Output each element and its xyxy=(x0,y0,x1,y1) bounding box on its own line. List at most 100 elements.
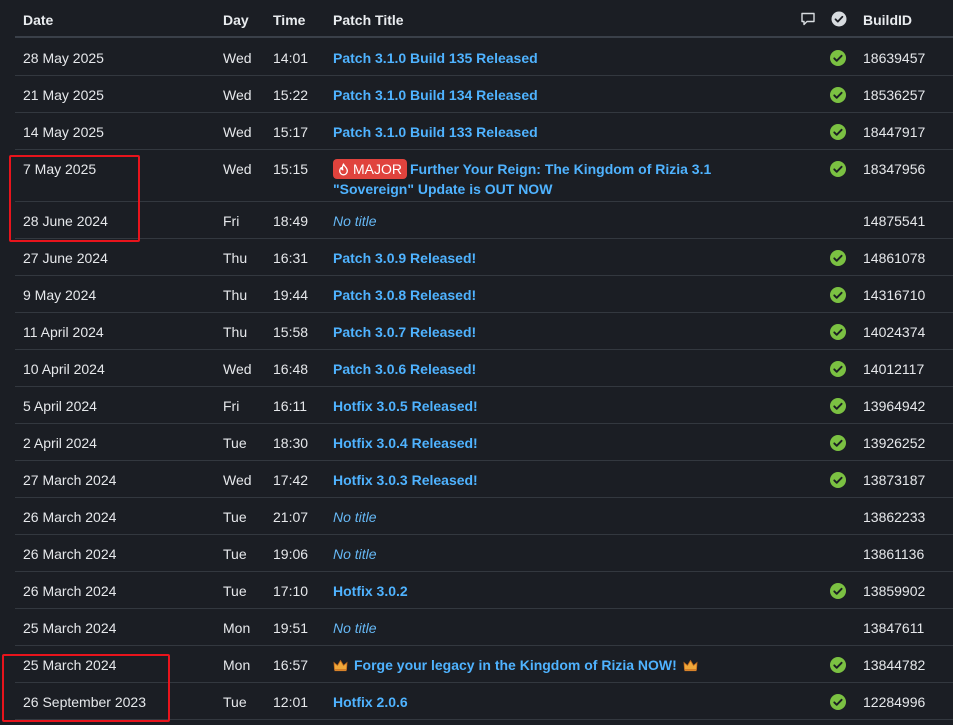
table-row: 26 March 2024 Tue 17:10 Hotfix 3.0.2 1385990… xyxy=(15,572,953,609)
fire-icon xyxy=(337,161,353,177)
patch-title-link[interactable]: Hotfix 3.0.5 Released! xyxy=(333,398,478,414)
patch-title-link[interactable]: Hotfix 3.0.4 Released! xyxy=(333,435,478,451)
patch-title-link[interactable]: Patch 3.0.6 Released! xyxy=(333,361,476,377)
patch-title-cell: Patch 3.0.8 Released! xyxy=(333,285,793,305)
date-cell: 10 April 2024 xyxy=(23,361,105,377)
patch-title-link[interactable]: Hotfix 3.0.2 xyxy=(333,583,408,599)
table-row: 11 April 2024 Thu 15:58 Patch 3.0.7 Release… xyxy=(15,313,953,350)
patch-title-cell: Patch 3.0.7 Released! xyxy=(333,322,793,342)
speech-bubble-icon[interactable] xyxy=(800,11,816,27)
time-cell: 12:01 xyxy=(273,694,309,710)
build-id-cell: 14875541 xyxy=(863,213,926,229)
date-cell: 26 March 2024 xyxy=(23,546,117,562)
build-id-cell: 18447917 xyxy=(863,124,926,140)
no-title-link[interactable]: No title xyxy=(333,546,377,562)
patch-title-link[interactable]: Forge your legacy in the Kingdom of Rizi… xyxy=(354,657,677,673)
day-cell: Mon xyxy=(223,657,251,673)
build-id-cell: 13847611 xyxy=(863,620,925,636)
major-badge: MAJOR xyxy=(333,159,407,179)
table-row: 21 May 2025 Wed 15:22 Patch 3.1.0 Build 134… xyxy=(15,76,953,113)
day-cell: Wed xyxy=(223,124,252,140)
table-row: 9 May 2024 Thu 19:44 Patch 3.0.8 Released! 1… xyxy=(15,276,953,313)
time-cell: 18:49 xyxy=(273,213,309,229)
header-time[interactable]: Time xyxy=(273,10,305,30)
patch-title-cell: Hotfix 3.0.2 xyxy=(333,581,793,601)
time-cell: 19:44 xyxy=(273,287,309,303)
date-cell: 27 June 2024 xyxy=(23,250,108,266)
patch-history-table: Date Day Time Patch Title BuildID 28 May… xyxy=(0,0,953,725)
day-cell: Thu xyxy=(223,250,248,266)
patch-title-link[interactable]: Hotfix 3.0.3 Released! xyxy=(333,472,478,488)
patch-title-cell: MAJOR Further Your Reign: The Kingdom of … xyxy=(333,159,793,199)
date-cell: 26 March 2024 xyxy=(23,583,117,599)
patch-title-cell: No title xyxy=(333,211,793,231)
patch-title-link[interactable]: Patch 3.1.0 Build 135 Released xyxy=(333,50,538,66)
patch-title-link[interactable]: Patch 3.0.9 Released! xyxy=(333,250,476,266)
time-cell: 17:42 xyxy=(273,472,309,488)
check-circle-icon xyxy=(830,287,848,303)
no-title-link[interactable]: No title xyxy=(333,213,377,229)
table-row: 28 May 2025 Wed 14:01 Patch 3.1.0 Build 135… xyxy=(15,39,953,76)
check-circle-icon xyxy=(830,361,848,377)
header-day[interactable]: Day xyxy=(223,10,249,30)
check-circle-icon xyxy=(830,161,848,177)
table-row: 25 March 2024 Mon 16:57 Forge your legacy i… xyxy=(15,646,953,683)
table-row: 14 May 2025 Wed 15:17 Patch 3.1.0 Build 133… xyxy=(15,113,953,150)
check-circle-icon xyxy=(830,250,848,266)
time-cell: 19:51 xyxy=(273,620,309,636)
time-cell: 15:15 xyxy=(273,161,309,177)
time-cell: 21:07 xyxy=(273,509,309,525)
patch-title-link[interactable]: Patch 3.0.8 Released! xyxy=(333,287,476,303)
day-cell: Fri xyxy=(223,398,240,414)
table-row: 10 April 2024 Wed 16:48 Patch 3.0.6 Release… xyxy=(15,350,953,387)
build-id-cell: 12284996 xyxy=(863,694,926,710)
check-circle-icon xyxy=(830,435,848,451)
patch-title-link[interactable]: Hotfix 2.0.6 xyxy=(333,694,408,710)
table-row: 2 April 2024 Tue 18:30 Hotfix 3.0.4 Release… xyxy=(15,424,953,461)
date-cell: 11 April 2024 xyxy=(23,324,104,340)
patch-title-link[interactable]: Patch 3.1.0 Build 133 Released xyxy=(333,124,538,140)
day-cell: Tue xyxy=(223,509,247,525)
no-title-link[interactable]: No title xyxy=(333,509,377,525)
patch-title-link[interactable]: Patch 3.1.0 Build 134 Released xyxy=(333,87,538,103)
day-cell: Tue xyxy=(223,694,247,710)
patch-title-cell: No title xyxy=(333,507,793,527)
patch-title-cell: Patch 3.1.0 Build 135 Released xyxy=(333,48,793,68)
check-circle-icon xyxy=(830,87,848,103)
day-cell: Fri xyxy=(223,213,240,229)
build-id-cell: 14316710 xyxy=(863,287,926,303)
header-date[interactable]: Date xyxy=(23,10,53,30)
check-circle-icon xyxy=(830,50,848,66)
check-circle-icon xyxy=(830,583,848,599)
check-circle-icon[interactable] xyxy=(831,11,847,27)
date-cell: 14 May 2025 xyxy=(23,124,104,140)
date-cell: 26 March 2024 xyxy=(23,509,117,525)
patch-title-link[interactable]: Patch 3.0.7 Released! xyxy=(333,324,476,340)
no-title-link[interactable]: No title xyxy=(333,620,377,636)
patch-title-cell: No title xyxy=(333,618,793,638)
time-cell: 16:57 xyxy=(273,657,309,673)
build-id-cell: 13861136 xyxy=(863,546,925,562)
build-id-cell: 14024374 xyxy=(863,324,926,340)
header-patch-title[interactable]: Patch Title xyxy=(333,10,404,30)
date-cell: 25 March 2024 xyxy=(23,657,117,673)
day-cell: Mon xyxy=(223,620,251,636)
build-id-cell: 13862233 xyxy=(863,509,926,525)
day-cell: Wed xyxy=(223,361,252,377)
check-circle-icon xyxy=(830,324,848,340)
date-cell: 21 May 2025 xyxy=(23,87,104,103)
day-cell: Wed xyxy=(223,161,252,177)
patch-title-cell: Hotfix 3.0.5 Released! xyxy=(333,396,793,416)
patch-title-cell: Patch 3.1.0 Build 133 Released xyxy=(333,122,793,142)
day-cell: Thu xyxy=(223,324,248,340)
patch-title-cell: Patch 3.0.9 Released! xyxy=(333,248,793,268)
day-cell: Wed xyxy=(223,50,252,66)
table-row: 27 March 2024 Wed 17:42 Hotfix 3.0.3 Releas… xyxy=(15,461,953,498)
time-cell: 16:11 xyxy=(273,398,307,414)
time-cell: 16:48 xyxy=(273,361,309,377)
table-row: 26 March 2024 Tue 21:07 No title 13862233 xyxy=(15,498,953,535)
header-build-id[interactable]: BuildID xyxy=(863,10,912,30)
time-cell: 17:10 xyxy=(273,583,309,599)
patch-title-cell: Forge your legacy in the Kingdom of Rizi… xyxy=(333,655,793,677)
date-cell: 27 March 2024 xyxy=(23,472,117,488)
